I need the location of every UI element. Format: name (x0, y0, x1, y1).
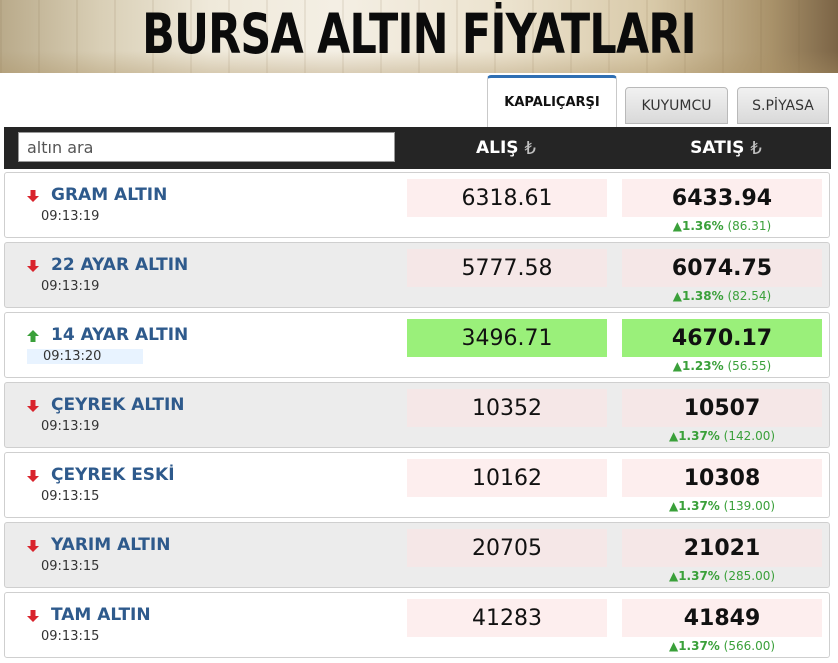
change-info: ▲1.37% (566.00) (622, 639, 822, 653)
satis-price: 41849 (622, 599, 822, 637)
alis-price: 20705 (407, 529, 607, 567)
satis-price: 10308 (622, 459, 822, 497)
satis-price: 21021 (622, 529, 822, 567)
alis-price: 10352 (407, 389, 607, 427)
change-up-icon: ▲ (668, 639, 679, 653)
page-title: BURSA ALTIN FİYATLARI (142, 2, 696, 66)
item-time: 09:13:15 (41, 559, 100, 574)
change-percent: 1.38% (682, 289, 724, 303)
column-header-alis: ALIŞ ₺ (406, 127, 606, 169)
change-up-icon: ▲ (672, 359, 683, 373)
table-header: ALIŞ ₺ SATIŞ ₺ (4, 127, 831, 169)
item-name[interactable]: ÇEYREK ESKİ (51, 465, 175, 485)
change-amount: (285.00) (723, 569, 776, 583)
table-row[interactable]: ÇEYREK ALTIN 09:13:19 10352 10507 ▲1.37% (14… (4, 382, 830, 448)
search-input[interactable] (18, 132, 395, 162)
change-amount: (82.54) (727, 289, 772, 303)
tab-serbest-piyasa[interactable]: S.PİYASA (737, 87, 829, 124)
item-name[interactable]: TAM ALTIN (51, 605, 151, 625)
alis-price: 3496.71 (407, 319, 607, 357)
change-percent: 1.37% (678, 569, 720, 583)
header-banner: BURSA ALTIN FİYATLARI (0, 0, 838, 73)
change-percent: 1.23% (682, 359, 724, 373)
satis-label: SATIŞ (690, 138, 745, 158)
item-time: 09:13:19 (41, 419, 100, 434)
item-time: 09:13:15 (41, 489, 100, 504)
change-percent: 1.37% (678, 429, 720, 443)
satis-price: 10507 (622, 389, 822, 427)
change-up-icon: ▲ (672, 219, 683, 233)
change-amount: (142.00) (723, 429, 776, 443)
item-name[interactable]: ÇEYREK ALTIN (51, 395, 185, 415)
change-up-icon: ▲ (672, 289, 683, 303)
change-percent: 1.37% (678, 639, 720, 653)
alis-price: 41283 (407, 599, 607, 637)
column-header-satis: SATIŞ ₺ (621, 127, 831, 169)
arrow-down-icon (27, 400, 39, 412)
table-row[interactable]: YARIM ALTIN 09:13:15 20705 21021 ▲1.37% (285… (4, 522, 830, 588)
tab-kapalicarsi[interactable]: KAPALIÇARŞI (487, 75, 617, 127)
item-name[interactable]: 22 AYAR ALTIN (51, 255, 188, 275)
change-up-icon: ▲ (668, 569, 679, 583)
lira-icon: ₺ (524, 137, 536, 159)
tab-kuyumcu[interactable]: KUYUMCU (625, 87, 728, 124)
change-amount: (566.00) (723, 639, 776, 653)
table-row[interactable]: 14 AYAR ALTIN 09:13:20 3496.71 4670.17 ▲1.23… (4, 312, 830, 378)
satis-price: 6074.75 (622, 249, 822, 287)
change-amount: (86.31) (727, 219, 772, 233)
arrow-up-icon (27, 330, 39, 342)
change-info: ▲1.37% (142.00) (622, 429, 822, 443)
change-percent: 1.36% (682, 219, 724, 233)
table-row[interactable]: TAM ALTIN 09:13:15 41283 41849 ▲1.37% (566.0… (4, 592, 830, 658)
arrow-down-icon (27, 260, 39, 272)
arrow-down-icon (27, 540, 39, 552)
change-info: ▲1.36% (86.31) (622, 219, 822, 233)
change-amount: (139.00) (723, 499, 776, 513)
alis-price: 5777.58 (407, 249, 607, 287)
arrow-down-icon (27, 190, 39, 202)
satis-price: 4670.17 (622, 319, 822, 357)
item-time: 09:13:20 (27, 349, 144, 364)
item-time: 09:13:19 (41, 209, 100, 224)
market-tabs: KAPALIÇARŞI KUYUMCU S.PİYASA (0, 73, 838, 127)
change-info: ▲1.23% (56.55) (622, 359, 822, 373)
change-info: ▲1.37% (139.00) (622, 499, 822, 513)
alis-price: 10162 (407, 459, 607, 497)
item-name[interactable]: GRAM ALTIN (51, 185, 167, 205)
alis-price: 6318.61 (407, 179, 607, 217)
change-up-icon: ▲ (668, 499, 679, 513)
change-percent: 1.37% (678, 499, 720, 513)
item-time: 09:13:15 (41, 629, 100, 644)
change-info: ▲1.37% (285.00) (622, 569, 822, 583)
item-time: 09:13:19 (41, 279, 100, 294)
alis-label: ALIŞ (475, 138, 519, 158)
arrow-down-icon (27, 610, 39, 622)
change-info: ▲1.38% (82.54) (622, 289, 822, 303)
table-row[interactable]: ÇEYREK ESKİ 09:13:15 10162 10308 ▲1.37% (139… (4, 452, 830, 518)
lira-icon: ₺ (750, 137, 762, 159)
table-row[interactable]: 22 AYAR ALTIN 09:13:19 5777.58 6074.75 ▲1.38… (4, 242, 830, 308)
arrow-down-icon (27, 470, 39, 482)
satis-price: 6433.94 (622, 179, 822, 217)
item-name[interactable]: 14 AYAR ALTIN (51, 325, 188, 345)
item-name[interactable]: YARIM ALTIN (51, 535, 170, 555)
table-row[interactable]: GRAM ALTIN 09:13:19 6318.61 6433.94 ▲1.36% (… (4, 172, 830, 238)
change-amount: (56.55) (727, 359, 772, 373)
change-up-icon: ▲ (668, 429, 679, 443)
